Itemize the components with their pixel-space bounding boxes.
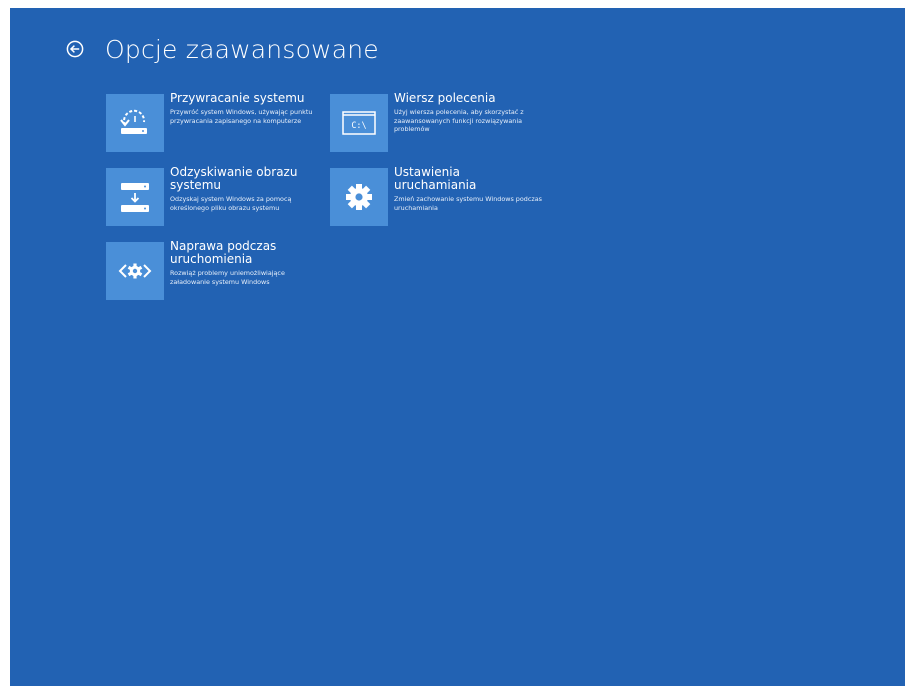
prompt-text: C:\	[351, 121, 366, 131]
tile-description: Zmień zachowanie systemu Windows podczas…	[394, 195, 542, 212]
tile-description: Przywróć system Windows, używając punktu…	[170, 108, 313, 125]
tile-description: Rozwiąż problemy uniemożliwiające załado…	[170, 269, 285, 286]
tile-title: Wiersz polecenia	[394, 91, 496, 105]
tile-command-prompt[interactable]: C:\ Wiersz polecenia Użyj wiersza polece…	[330, 92, 535, 156]
tile-system-image-recovery[interactable]: Odzyskiwanie obrazu systemu Odzyskaj sys…	[106, 166, 311, 230]
tile-description: Odzyskaj system Windows za pomocą określ…	[170, 195, 292, 212]
tile-title: Odzyskiwanie obrazu systemu	[170, 165, 298, 192]
tile-title: Naprawa podczas uruchomienia	[170, 239, 277, 266]
tile-title: Ustawienia uruchamiania	[394, 165, 477, 192]
tile-startup-repair[interactable]: Naprawa podczas uruchomienia Rozwiąż pro…	[106, 240, 311, 304]
gear-icon[interactable]	[330, 168, 388, 226]
back-arrow-icon[interactable]	[65, 39, 85, 59]
recovery-screen: Opcje zaawansowane Przywracanie systemu …	[10, 8, 905, 686]
tile-description: Użyj wiersza polecenia, aby skorzystać z…	[394, 108, 524, 133]
system-restore-icon[interactable]	[106, 94, 164, 152]
tile-title: Przywracanie systemu	[170, 91, 305, 105]
system-image-recovery-icon[interactable]	[106, 168, 164, 226]
page-title: Opcje zaawansowane	[105, 35, 379, 64]
back-button[interactable]	[65, 39, 85, 59]
tile-system-restore[interactable]: Przywracanie systemu Przywróć system Win…	[106, 92, 312, 156]
tile-startup-settings[interactable]: Ustawienia uruchamiania Zmień zachowanie…	[330, 166, 542, 230]
command-prompt-icon[interactable]: C:\	[330, 94, 388, 152]
startup-repair-icon[interactable]	[106, 242, 164, 300]
